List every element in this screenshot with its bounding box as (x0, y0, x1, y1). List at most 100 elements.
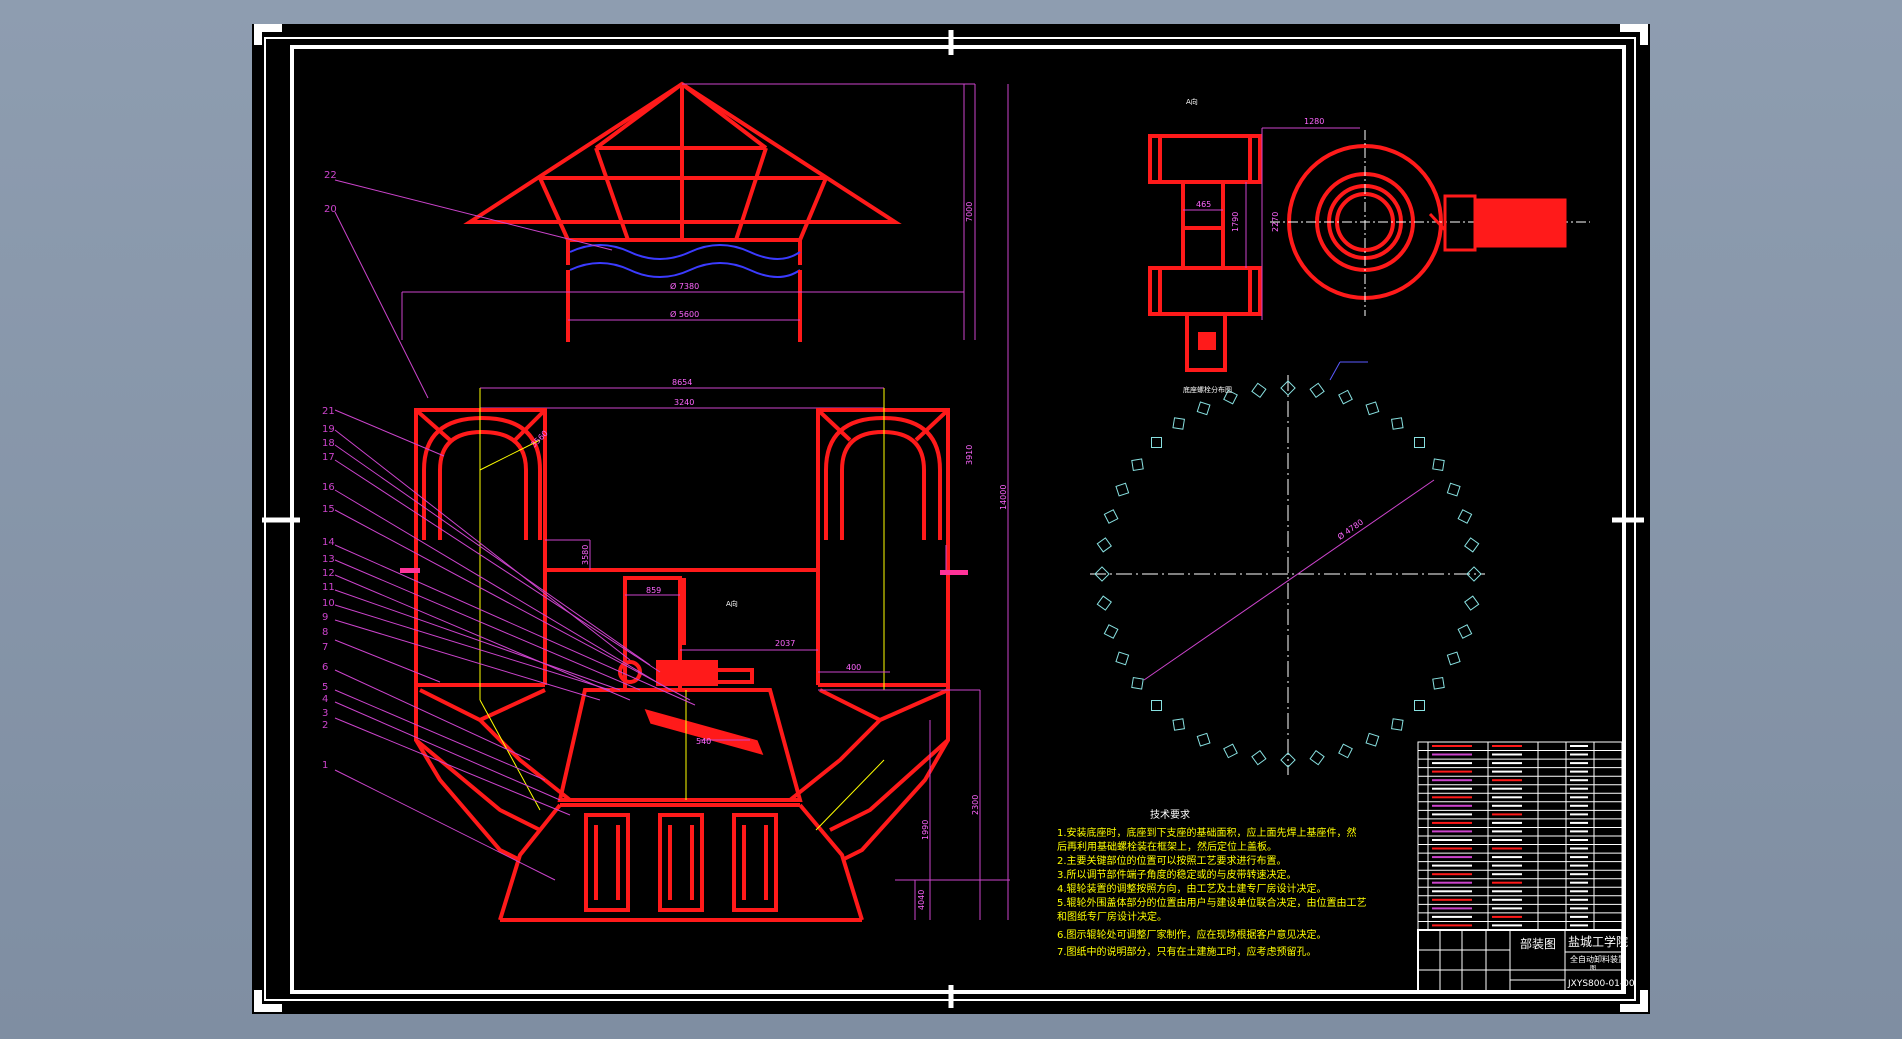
parts-row-name (1492, 830, 1522, 833)
dim-label: 2300 (971, 795, 980, 815)
parts-row-code (1432, 873, 1472, 876)
parts-row-material (1570, 890, 1588, 893)
parts-row-name (1492, 796, 1522, 799)
leader-number: 13 (322, 554, 335, 565)
view-caption: 底座螺栓分布图 (1183, 385, 1232, 394)
dim-label: 540 (696, 737, 711, 746)
leader-number: 18 (322, 438, 335, 449)
tech-note: 和图纸专厂房设计决定。 (1057, 910, 1167, 923)
drawing-name: 部装图 (1520, 936, 1556, 951)
tech-note: 2.主要关键部位的位置可以按照工艺要求进行布置。 (1057, 854, 1287, 867)
parts-row-code (1432, 898, 1472, 901)
parts-row-name (1492, 881, 1522, 884)
drawing-number: JXYS800-01-00 (1567, 979, 1635, 989)
parts-row-code (1432, 821, 1472, 824)
dim-label: Ø 5600 (670, 309, 699, 319)
parts-row-code (1432, 915, 1472, 918)
parts-row-code (1432, 830, 1472, 833)
dim-label: 3240 (674, 398, 694, 407)
tech-note: 6.图示辊轮处可调整厂家制作，应在现场根据客户意见决定。 (1057, 928, 1327, 941)
dim-label: 8654 (672, 378, 692, 387)
parts-row-material (1570, 856, 1588, 859)
parts-row-name (1492, 864, 1522, 867)
parts-row-code (1432, 847, 1472, 850)
parts-row-material (1570, 924, 1588, 927)
parts-row-name (1492, 762, 1522, 765)
parts-row-material (1570, 796, 1588, 799)
dim-label: 14000 (999, 485, 1008, 510)
parts-row-name (1492, 924, 1522, 927)
parts-row-code (1432, 745, 1472, 747)
parts-row-name (1492, 745, 1522, 747)
tech-note: 3.所以调节部件端子角度的稳定或的与皮带转速决定。 (1057, 868, 1297, 881)
parts-row-material (1570, 762, 1588, 765)
parts-row-material (1570, 745, 1588, 747)
parts-row-code (1432, 907, 1472, 910)
parts-row-name (1492, 813, 1522, 816)
leader-number: 8 (322, 627, 328, 638)
leader-number: 3 (322, 708, 328, 719)
product-sub: 图 (1590, 965, 1596, 972)
parts-row-name (1492, 915, 1522, 918)
dim-label: 1790 (1231, 212, 1240, 232)
parts-row-code (1432, 796, 1472, 799)
parts-row-material (1570, 881, 1588, 884)
view-label-a: A向 (1186, 97, 1198, 106)
parts-row-code (1432, 864, 1472, 867)
parts-row-material (1570, 907, 1588, 910)
parts-row-material (1570, 821, 1588, 824)
parts-row-name (1492, 839, 1522, 841)
product-name: 全自动卸料装置 (1570, 954, 1626, 964)
parts-row-code (1432, 881, 1472, 884)
leader-number: 6 (322, 662, 328, 673)
leader-number: 2 (322, 720, 328, 731)
dim-label: 7000 (965, 202, 974, 222)
parts-row-material (1570, 873, 1588, 876)
parts-row-name (1492, 804, 1522, 807)
parts-row-name (1492, 890, 1522, 893)
parts-row-name (1492, 907, 1522, 910)
leader-number: 7 (322, 642, 328, 653)
parts-row-code (1432, 779, 1472, 782)
tech-note: 4.辊轮装置的调整按照方向，由工艺及土建专厂房设计决定。 (1057, 882, 1327, 895)
parts-row-material (1570, 839, 1588, 841)
parts-row-code (1432, 762, 1472, 765)
tech-title: 技术要求 (1150, 808, 1190, 821)
dim-label: 400 (846, 663, 861, 672)
dim-label: 2037 (775, 639, 795, 648)
parts-row-name (1492, 770, 1522, 773)
parts-row-name (1492, 779, 1522, 782)
parts-row-code (1432, 804, 1472, 807)
parts-row-material (1570, 753, 1588, 756)
parts-row-material (1570, 915, 1588, 918)
dim-label: 1990 (921, 820, 930, 840)
parts-row-material (1570, 804, 1588, 807)
parts-row-code (1432, 890, 1472, 893)
parts-row-code (1432, 839, 1472, 841)
leader-number: 4 (322, 694, 328, 705)
parts-row-name (1492, 847, 1522, 850)
tech-note: 5.辊轮外围盖体部分的位置由用户与建设单位联合决定，由位置由工艺 (1057, 896, 1367, 909)
parts-row-code (1432, 787, 1472, 790)
parts-row-name (1492, 787, 1522, 790)
leader-number: 14 (322, 537, 335, 548)
leader-number: 11 (322, 582, 335, 593)
dim-label: Ø 7380 (670, 281, 699, 291)
tech-note: 后再利用基础螺栓装在框架上，然后定位上盖板。 (1057, 840, 1277, 853)
cad-viewport[interactable]: 22 20 21 19 18 17 16 15 14 13 12 11 10 9… (0, 0, 1902, 1039)
parts-row-name (1492, 873, 1522, 876)
leader-number: 1 (322, 760, 328, 771)
parts-row-material (1570, 864, 1588, 867)
parts-row-material (1570, 813, 1588, 816)
view-label-a: A向 (726, 599, 738, 608)
leader-number: 17 (322, 452, 335, 463)
leader-number: 16 (322, 482, 335, 493)
leader-number: 19 (322, 424, 335, 435)
leader-number: 9 (322, 612, 328, 623)
parts-row-material (1570, 787, 1588, 790)
parts-row-material (1570, 779, 1588, 782)
tech-note: 1.安装底座时，底座到下支座的基础面积，应上面先焊上基座件，然 (1057, 826, 1357, 839)
dim-label: 1280 (1304, 117, 1324, 126)
parts-row-code (1432, 924, 1472, 927)
leader-number: 20 (324, 204, 337, 215)
